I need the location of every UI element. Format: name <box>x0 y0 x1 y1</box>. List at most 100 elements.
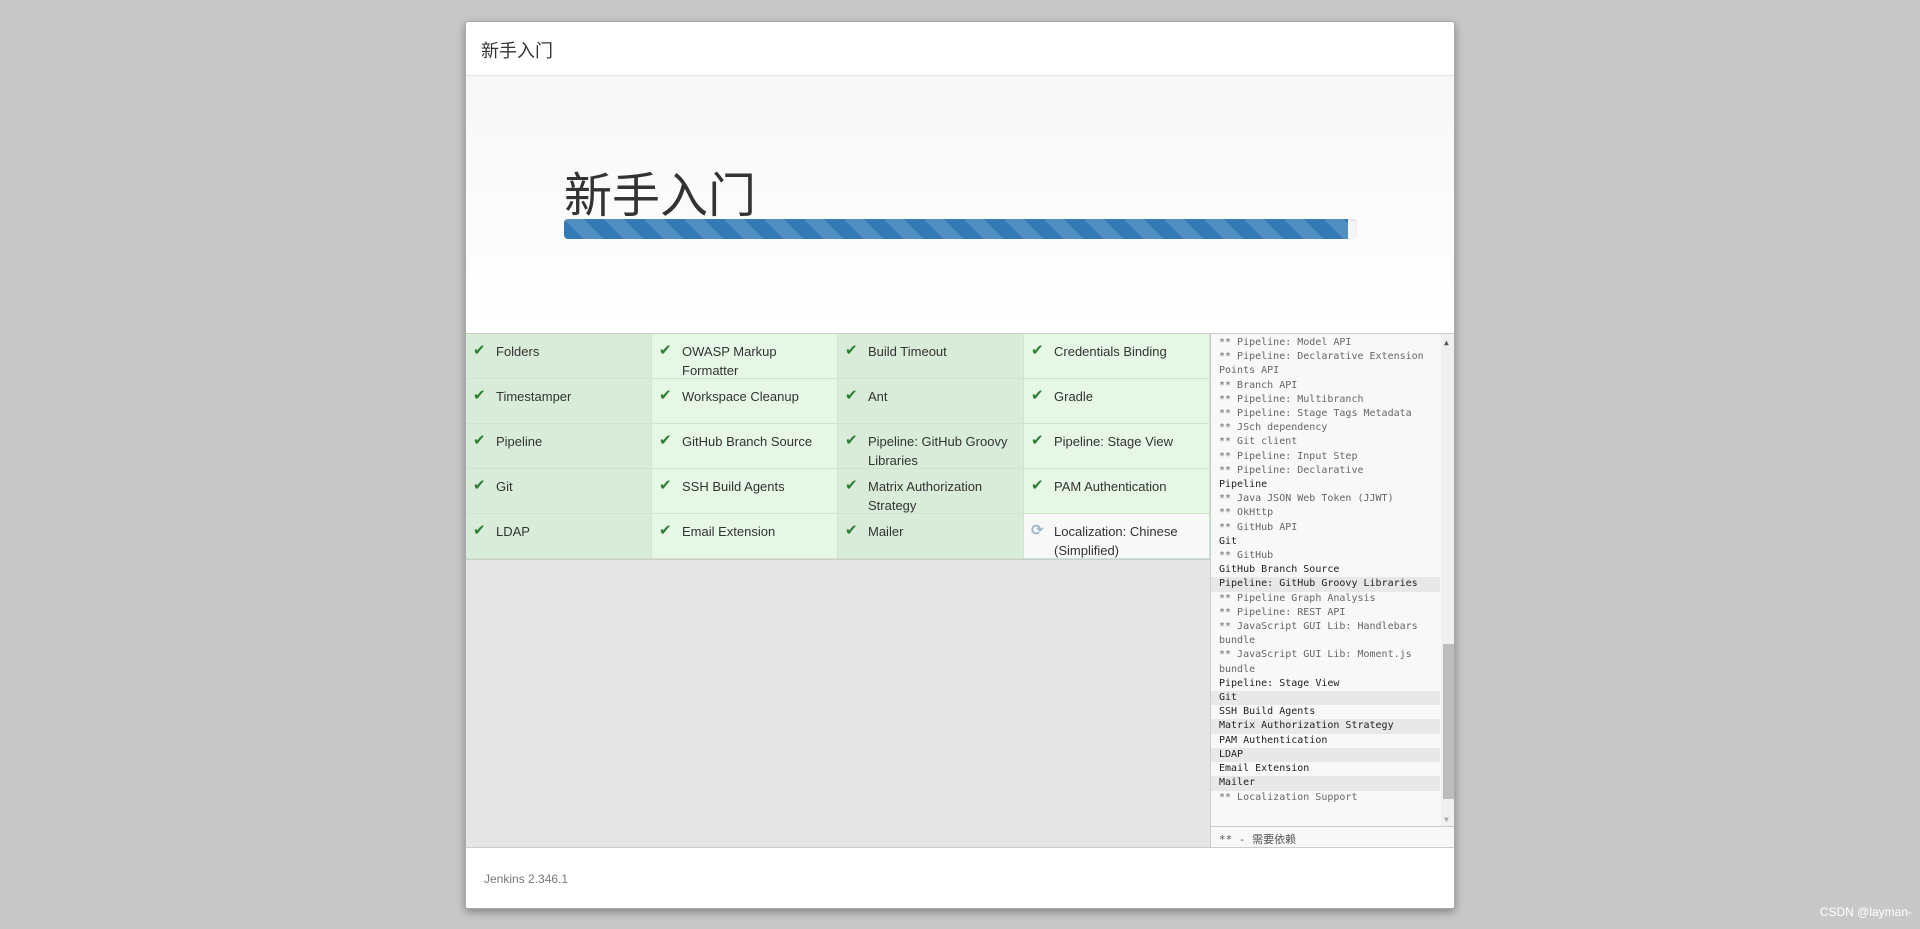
log-line: ** OkHttp <box>1219 507 1274 519</box>
plugin-item: ✔ SSH Build Agents <box>652 469 838 514</box>
plugin-name: GitHub Branch Source <box>682 434 813 449</box>
setup-wizard-dialog: 新手入门 新手入门 ✔ Folders ✔ OWASP Markup Formatte… <box>465 21 1455 909</box>
plugin-item: ✔ OWASP Markup Formatter <box>652 334 838 379</box>
install-panel: ✔ Folders ✔ OWASP Markup Formatter ✔ Build Ti… <box>466 333 1454 868</box>
plugin-item: ✔ Folders <box>466 334 652 379</box>
plugin-name: Timestamper <box>496 389 572 404</box>
log-scrollbar[interactable]: ▲ ▼ <box>1441 334 1454 826</box>
plugin-name: PAM Authentication <box>1054 479 1167 494</box>
install-log[interactable]: ** Pipeline: Model API ** Pipeline: Decla… <box>1210 334 1454 826</box>
footer-version: Jenkins 2.346.1 <box>466 847 1454 908</box>
log-line: Pipeline: Stage View <box>1219 677 1340 689</box>
scrollbar-thumb[interactable] <box>1443 644 1454 799</box>
plugin-name: Email Extension <box>682 524 776 539</box>
install-progress-bar <box>564 219 1357 239</box>
check-icon: ✔ <box>473 522 486 539</box>
log-line: Pipeline: GitHub Groovy Libraries <box>1211 577 1440 592</box>
log-line: Git <box>1219 535 1238 547</box>
log-line: ** Pipeline Graph Analysis <box>1219 592 1376 604</box>
plugin-item: ✔ Ant <box>838 379 1024 424</box>
log-line: SSH Build Agents <box>1219 706 1316 718</box>
check-icon: ✔ <box>659 432 672 449</box>
log-line: ** Pipeline: Input Step <box>1219 450 1358 462</box>
check-icon: ✔ <box>659 342 672 359</box>
log-line: ** JSch dependency <box>1219 422 1328 434</box>
plugin-name: Build Timeout <box>868 344 947 359</box>
plugin-item: ✔ Git <box>466 469 652 514</box>
plugin-item: ⟳ Localization: Chinese (Simplified) <box>1024 514 1210 559</box>
log-line: GitHub Branch Source <box>1219 564 1340 576</box>
log-line: ** Pipeline: REST API <box>1219 606 1346 618</box>
plugin-name: Pipeline: GitHub Groovy Libraries <box>868 434 1008 468</box>
log-line: Git <box>1211 691 1440 706</box>
check-icon: ✔ <box>845 477 858 494</box>
check-icon: ✔ <box>1031 432 1044 449</box>
log-line: ** Pipeline: Model API <box>1219 337 1352 348</box>
dependency-legend: ** - 需要依赖 <box>1210 826 1454 848</box>
check-icon: ✔ <box>1031 342 1044 359</box>
plugin-item: ✔ Email Extension <box>652 514 838 559</box>
plugin-grid: ✔ Folders ✔ OWASP Markup Formatter ✔ Build Ti… <box>466 334 1210 560</box>
plugin-name: Pipeline: Stage View <box>1054 434 1174 449</box>
check-icon: ✔ <box>473 477 486 494</box>
plugin-name: Folders <box>496 344 540 359</box>
plugin-name: Mailer <box>868 524 904 539</box>
check-icon: ✔ <box>1031 477 1044 494</box>
check-icon: ✔ <box>659 477 672 494</box>
plugin-item: ✔ Pipeline: Stage View <box>1024 424 1210 469</box>
log-line: ** Pipeline: Multibranch <box>1219 393 1364 405</box>
plugin-item: ✔ Workspace Cleanup <box>652 379 838 424</box>
log-line: Mailer <box>1211 776 1440 791</box>
log-line: ** Git client <box>1219 436 1298 448</box>
check-icon: ✔ <box>659 522 672 539</box>
plugin-item: ✔ LDAP <box>466 514 652 559</box>
plugin-name: Localization: Chinese (Simplified) <box>1054 524 1178 558</box>
check-icon: ✔ <box>845 342 858 359</box>
plugin-name: Git <box>496 479 513 494</box>
log-line: Matrix Authorization Strategy <box>1211 719 1440 734</box>
log-line: LDAP <box>1211 747 1440 763</box>
plugin-name: LDAP <box>496 524 530 539</box>
check-icon: ✔ <box>845 432 858 449</box>
log-line: ** Pipeline: Declarative <box>1219 464 1364 476</box>
plugin-item: ✔ Gradle <box>1024 379 1210 424</box>
spinner-icon: ⟳ <box>1031 522 1044 539</box>
plugin-name: Credentials Binding <box>1054 344 1167 359</box>
plugin-name: Pipeline <box>496 434 543 449</box>
plugin-name: Ant <box>868 389 888 404</box>
log-line: ** Pipeline: Stage Tags Metadata <box>1219 408 1412 420</box>
hero: 新手入门 <box>466 76 1454 333</box>
progress-fill <box>564 219 1349 239</box>
check-icon: ✔ <box>473 342 486 359</box>
log-line: ** JavaScript GUI Lib: Moment.js bundle <box>1219 649 1412 675</box>
page-title: 新手入门 <box>564 170 757 223</box>
log-line: ** Java JSON Web Token (JJWT) <box>1219 493 1394 505</box>
log-line: ** JavaScript GUI Lib: Handlebars bundle <box>1219 621 1418 647</box>
plugin-item: ✔ PAM Authentication <box>1024 469 1210 514</box>
check-icon: ✔ <box>473 432 486 449</box>
plugin-name: SSH Build Agents <box>682 479 785 494</box>
log-line: ** GitHub API <box>1219 521 1298 533</box>
plugin-item: ✔ Credentials Binding <box>1024 334 1210 379</box>
plugin-item: ✔ Build Timeout <box>838 334 1024 379</box>
scroll-down-icon[interactable]: ▼ <box>1444 815 1449 824</box>
log-line: PAM Authentication <box>1219 734 1328 746</box>
plugin-item: ✔ Timestamper <box>466 379 652 424</box>
plugin-item: ✔ Matrix Authorization Strategy <box>838 469 1024 514</box>
plugin-item: ✔ Pipeline <box>466 424 652 469</box>
plugin-name: Workspace Cleanup <box>682 389 799 404</box>
dialog-header: 新手入门 <box>466 22 1454 76</box>
scroll-up-icon[interactable]: ▲ <box>1444 338 1449 347</box>
check-icon: ✔ <box>845 387 858 404</box>
log-line: ** Branch API <box>1219 379 1298 391</box>
check-icon: ✔ <box>845 522 858 539</box>
log-line: Pipeline <box>1219 479 1268 491</box>
plugin-name: Matrix Authorization Strategy <box>868 479 983 513</box>
log-line: ** GitHub <box>1219 550 1274 562</box>
plugin-item: ✔ Mailer <box>838 514 1024 559</box>
log-line: Email Extension <box>1219 763 1310 775</box>
plugin-name: OWASP Markup Formatter <box>682 344 777 378</box>
watermark: CSDN @layman- <box>1819 905 1912 919</box>
plugin-name: Gradle <box>1054 389 1094 404</box>
log-line: ** Localization Support <box>1219 791 1358 803</box>
